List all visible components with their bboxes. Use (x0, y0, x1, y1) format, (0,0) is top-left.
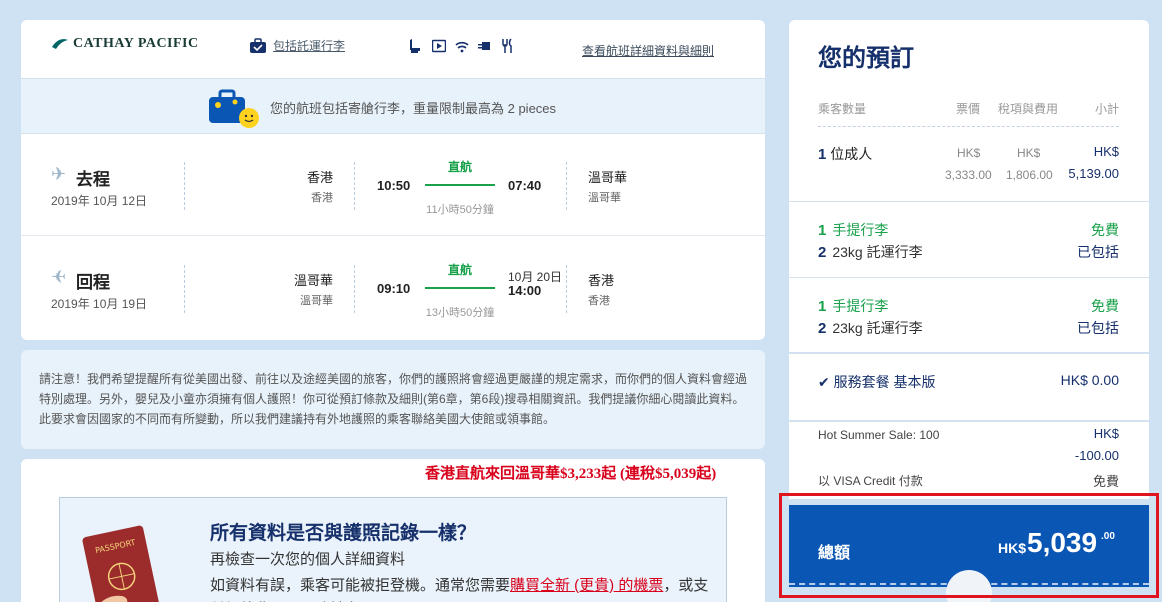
duration: 13小時50分鐘 (425, 307, 495, 319)
leg-date: 2019年 10月 19日 (51, 297, 148, 311)
origin-airport: 香港 (311, 192, 333, 204)
discount-payment: Hot Summer Sale: 100 HK$ -100.00 以 VISA … (789, 421, 1149, 499)
col-header-subtotal: 小計 (1094, 102, 1119, 116)
passport-icon: PASSPORT (82, 525, 161, 602)
baggage-link[interactable]: 包括託運行李 (249, 37, 345, 54)
plane-departure-icon: ✈ (51, 164, 67, 184)
passport-check-panel: PASSPORT 所有資料是否與護照記錄一樣？ 再檢查一次您的個人詳細資料 如資… (59, 497, 727, 602)
route-line (425, 287, 495, 289)
checked-bag-row: 2 23kg 託運行李 (818, 320, 923, 337)
flight-card-header: CATHAY PACIFIC 包括託運行李 查看航班詳細資料與細則 (21, 20, 765, 78)
plane-return-icon: ✈ (51, 267, 67, 287)
payment-method: 以 VISA Credit 付款 (818, 474, 923, 488)
flight-summary-card: CATHAY PACIFIC 包括託運行李 查看航班詳細資料與細則 您的航班包括… (21, 20, 765, 340)
leg-label: 回程 (76, 273, 110, 292)
outbound-leg: ✈ 去程 2019年 10月 12日 香港 香港 10:50 直航 07:40 … (21, 134, 765, 236)
flight-details-link[interactable]: 查看航班詳細資料與細則 (582, 42, 714, 59)
checkmark-icon: ✔ (818, 374, 830, 390)
power-outlet-icon (478, 38, 492, 54)
arrival-time: 07:40 (508, 178, 542, 193)
seat-icon (409, 38, 423, 54)
baggage-allowance-outbound: 1 手提行李 免費 2 23kg 託運行李 已包括 (789, 201, 1149, 276)
payment-fee: 免費 (1092, 474, 1119, 489)
subtotal-currency: HK$ (1093, 144, 1119, 159)
route-line (425, 184, 495, 186)
service-package: ✔ 服務套餐 基本版 HK$ 0.00 (789, 353, 1149, 420)
passport-subtitle: 再檢查一次您的個人詳細資料 (210, 551, 406, 568)
departure-time: 09:10 (377, 281, 411, 296)
origin-airport: 溫哥華 (300, 295, 333, 307)
divider (184, 265, 185, 313)
duration: 11小時50分鐘 (426, 204, 494, 216)
destination-city: 香港 (588, 273, 615, 288)
passport-title: 所有資料是否與護照記錄一樣？ (210, 523, 477, 544)
destination-airport: 香港 (588, 295, 610, 307)
baggage-allowance-return: 1 手提行李 免費 2 23kg 託運行李 已包括 (789, 277, 1149, 352)
departure-time: 10:50 (377, 178, 411, 193)
discount-label: Hot Summer Sale: 100 (818, 428, 940, 442)
col-header-pax: 乘客數量 (818, 102, 867, 116)
nonstop-label: 直航 (447, 160, 472, 174)
divider (184, 162, 185, 210)
suitcase-icon (250, 37, 266, 53)
divider (566, 162, 567, 210)
checked-bag-status: 已包括 (1077, 320, 1119, 336)
promo-overlay-text: 香港直航來回溫哥華$3,233起 (連稅$5,039起) (425, 466, 717, 482)
luggage-smiley-icon (209, 89, 259, 128)
booking-title: 您的預訂 (818, 45, 914, 72)
discount-amount: -100.00 (1074, 448, 1119, 463)
notice-text: 請注意！我們希望提醒所有從美國出發、前往以及途經美國的旅客，你們的護照將會經過更… (39, 372, 748, 426)
fare-value: 3,333.00 (945, 168, 992, 182)
amenities (409, 38, 515, 54)
us-passport-notice: 請注意！我們希望提醒所有從美國出發、前往以及途經美國的旅客，你們的護照將會經過更… (21, 350, 765, 449)
cathay-logo: CATHAY PACIFIC (51, 36, 199, 52)
origin-city: 香港 (306, 170, 333, 185)
divider (354, 265, 355, 313)
leg-label: 去程 (76, 170, 110, 189)
service-label: ✔ 服務套餐 基本版 (818, 374, 936, 390)
fare-currency: HK$ (957, 146, 981, 160)
passenger-count: 1 位成人 (818, 146, 873, 163)
cabin-bag-status: 免費 (1091, 222, 1119, 238)
entertainment-icon (431, 38, 447, 54)
nonstop-label: 直航 (447, 263, 472, 277)
tax-currency: HK$ (1017, 146, 1041, 160)
brushwing-icon (52, 39, 68, 49)
service-price: HK$ 0.00 (1060, 372, 1119, 388)
cabin-bag-status: 免費 (1091, 298, 1119, 314)
highlight-annotation (779, 493, 1159, 598)
wifi-icon (455, 38, 469, 54)
arrival-time: 14:00 (508, 283, 542, 298)
destination-airport: 溫哥華 (588, 192, 621, 204)
cabin-bag-row: 1 手提行李 (818, 298, 889, 315)
discount-currency: HK$ (1093, 426, 1119, 441)
divider (354, 162, 355, 210)
divider (566, 265, 567, 313)
checked-bag-status: 已包括 (1077, 244, 1119, 260)
cabin-bag-row: 1 手提行李 (818, 222, 889, 239)
destination-city: 溫哥華 (588, 170, 628, 185)
origin-city: 溫哥華 (293, 273, 333, 288)
leg-date: 2019年 10月 12日 (51, 194, 148, 208)
subtotal-value: 5,139.00 (1068, 166, 1119, 181)
passport-body: 如資料有誤，乘客可能被拒登機。通常您需要購買全新 (更貴) 的機票，或支付額外費… (210, 577, 709, 602)
col-header-tax: 稅項與費用 (998, 102, 1059, 116)
meal-icon (501, 38, 515, 54)
new-ticket-link[interactable]: 購買全新 (更貴) 的機票 (510, 577, 663, 594)
divider (818, 126, 1119, 127)
col-header-fare: 票價 (956, 102, 981, 116)
baggage-banner: 您的航班包括寄艙行李，重量限制最高為 2 pieces (21, 78, 765, 134)
tax-value: 1,806.00 (1006, 168, 1053, 182)
return-leg: ✈ 回程 2019年 10月 19日 溫哥華 溫哥華 09:10 直航 10月 … (21, 237, 765, 339)
checked-bag-row: 2 23kg 託運行李 (818, 244, 923, 261)
